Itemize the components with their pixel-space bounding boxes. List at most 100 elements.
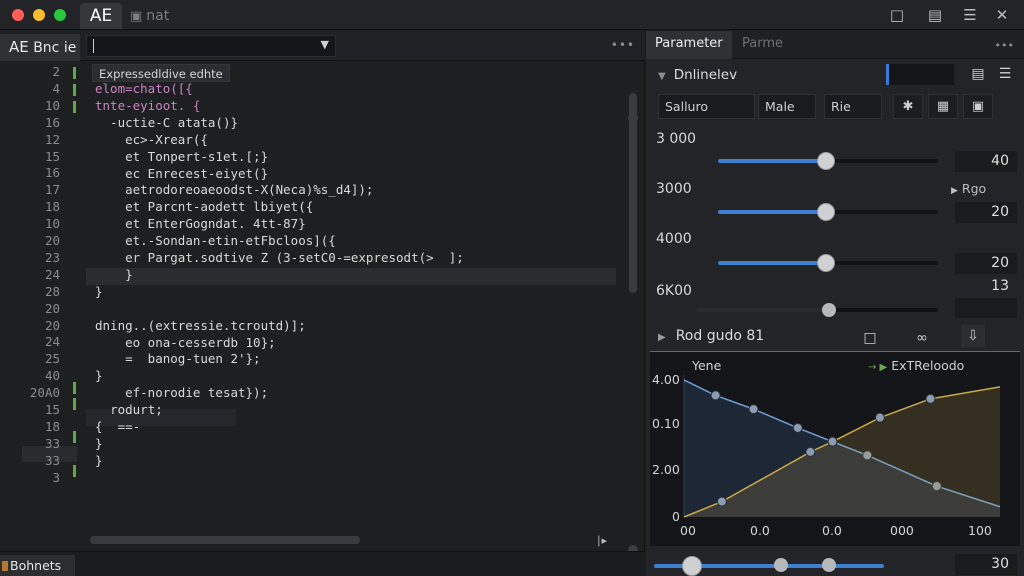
export-icon[interactable]: ⇩: [961, 325, 985, 347]
chevron-down-icon[interactable]: ▼: [321, 38, 329, 51]
code-line[interactable]: { ==-: [95, 419, 140, 434]
value-box-1[interactable]: 40: [955, 151, 1017, 172]
curve-chart[interactable]: [650, 352, 1020, 547]
section-header[interactable]: ▼ Dnlinelev: [658, 67, 737, 83]
slider-knob-1[interactable]: [816, 152, 835, 170]
parameter-header: Parameter Parme •••: [646, 31, 1024, 59]
timeline-knob-start[interactable]: [682, 556, 702, 576]
timeline-knob-end[interactable]: [822, 558, 836, 572]
slider-knob-4[interactable]: [822, 303, 837, 317]
bookmarks-tab[interactable]: Bohnets: [0, 555, 75, 576]
field-rie[interactable]: Rie: [824, 94, 882, 119]
tab-ae[interactable]: AE: [80, 3, 122, 29]
keyframe-point[interactable]: [874, 412, 885, 423]
code-line[interactable]: er Pargat.sodtive Z (3-setC0-=expresodt(…: [95, 250, 464, 265]
scroll-end-icon[interactable]: ∣▸: [596, 534, 607, 547]
bottom-value-box[interactable]: 30: [955, 554, 1017, 575]
collapse-triangle-icon[interactable]: ▼: [658, 71, 666, 82]
tab-parme[interactable]: Parme: [736, 31, 783, 59]
timeline-knob-mid[interactable]: [774, 558, 788, 572]
slider-knob-2[interactable]: [816, 203, 835, 221]
tab-parameter[interactable]: Parameter: [646, 31, 732, 59]
keyframe-point[interactable]: [792, 422, 803, 433]
code-line[interactable]: dning..(extressie.tcroutd)];: [95, 318, 306, 333]
code-line[interactable]: ec Enrecest-eiyet(}: [95, 166, 268, 181]
maximize-window-button[interactable]: [54, 9, 66, 21]
code-line[interactable]: ef-norodie tesat});: [95, 385, 268, 400]
code-text: et Parcnt-aodett lbiyet({: [125, 199, 314, 215]
code-line[interactable]: }: [95, 267, 133, 282]
section2-header[interactable]: ▶ Rod gudo 81: [658, 328, 764, 344]
code-line[interactable]: ec>-Xrear({: [95, 132, 208, 147]
grid-icon[interactable]: ▦: [928, 94, 958, 119]
close-window-button[interactable]: [12, 9, 24, 21]
list-view-icon[interactable]: ☰: [993, 63, 1017, 85]
line-number: 20: [44, 233, 60, 248]
change-marker: [73, 101, 76, 113]
code-line[interactable]: = banog-tuen 2'};: [95, 351, 260, 366]
code-line[interactable]: et Tonpert-s1et.[;}: [95, 149, 268, 164]
value-box-4[interactable]: [955, 298, 1017, 318]
change-marker: [73, 67, 76, 79]
code-line[interactable]: et Parcnt-aodett lbiyet({: [95, 199, 313, 214]
link-icon[interactable]: ∞: [910, 327, 934, 349]
expression-select[interactable]: ▼: [86, 35, 336, 57]
code-line[interactable]: }: [95, 453, 103, 468]
code-text: }: [95, 435, 103, 451]
curve-graph[interactable]: Yene → ▶ ExTReloodo 4.00 0.10 2.00 0 00 …: [650, 351, 1020, 546]
keyframe-point[interactable]: [748, 404, 759, 415]
code-text: rodurt;: [110, 402, 163, 418]
keyframe-point[interactable]: [710, 390, 721, 401]
slider-track-4[interactable]: [696, 308, 938, 312]
value-box-3[interactable]: 20: [955, 253, 1017, 274]
hscroll-thumb[interactable]: [90, 536, 360, 544]
keyframe-point[interactable]: [805, 446, 816, 457]
autocomplete-hint[interactable]: Expressedldive edhte: [92, 64, 230, 82]
active-line-highlight: [86, 268, 616, 285]
settings-sliders-icon[interactable]: ☰: [961, 6, 979, 24]
code-line[interactable]: }: [95, 436, 103, 451]
more-options-icon[interactable]: •••: [611, 38, 635, 52]
value-box-2[interactable]: 20: [955, 202, 1017, 223]
change-marker: [73, 382, 76, 394]
more-options-icon[interactable]: •••: [995, 39, 1014, 52]
line-number: 3: [52, 469, 60, 485]
field-salluro[interactable]: Salluro: [658, 94, 755, 119]
grid-view-icon[interactable]: ▤: [966, 63, 990, 85]
code-line[interactable]: }: [95, 284, 103, 299]
keyframe-point[interactable]: [925, 393, 936, 404]
anchor-icon[interactable]: ✱: [893, 94, 923, 119]
graph-legend: → ▶ ExTReloodo: [868, 358, 964, 373]
horizontal-scrollbar[interactable]: ∣▸: [86, 534, 626, 547]
code-line[interactable]: rodurt;: [95, 402, 163, 417]
page-icon[interactable]: □: [858, 327, 882, 349]
param-label-1: 3 000: [656, 131, 697, 147]
minimize-window-button[interactable]: [33, 9, 45, 21]
expand-triangle-icon[interactable]: ▶: [658, 332, 666, 343]
change-marker: [73, 398, 76, 410]
tab-nat[interactable]: ▣ nat: [130, 3, 169, 29]
keyframe-point[interactable]: [827, 436, 838, 447]
vertical-scrollbar[interactable]: [628, 63, 638, 555]
code-line[interactable]: et EnterGogndat. 4tt-87}: [95, 216, 306, 231]
slider-knob-3[interactable]: [816, 254, 835, 272]
code-line[interactable]: }: [95, 368, 103, 383]
code-line[interactable]: aetrodoreoaeoodst-X(Neca)%s_d4]);: [95, 182, 373, 197]
scrollbar-thumb[interactable]: [629, 93, 637, 293]
code-line[interactable]: tnte-eyioot. {: [95, 98, 200, 113]
code-line[interactable]: et.-Sondan-etin-etFbcloos]({: [95, 233, 336, 248]
code-line[interactable]: elom=chato([{: [95, 81, 193, 96]
keyframe-point[interactable]: [716, 496, 727, 507]
close-icon[interactable]: ✕: [993, 6, 1011, 24]
clipboard-icon[interactable]: □: [888, 6, 906, 24]
code-line[interactable]: eo ona-cesserdb 10};: [95, 335, 276, 350]
section-value-box[interactable]: [886, 64, 954, 85]
tab-editor[interactable]: AE Bnc ie: [0, 34, 80, 61]
field-male[interactable]: Male: [758, 94, 816, 119]
table-icon[interactable]: ▣: [963, 94, 993, 119]
code-area[interactable]: Expressedldive edhte elom=chato([{ tnte-e…: [86, 61, 626, 551]
x-tick-2: 0.0: [750, 523, 770, 538]
calendar-icon[interactable]: ▤: [926, 6, 944, 24]
code-line[interactable]: -uctie-C atata()}: [95, 115, 238, 130]
